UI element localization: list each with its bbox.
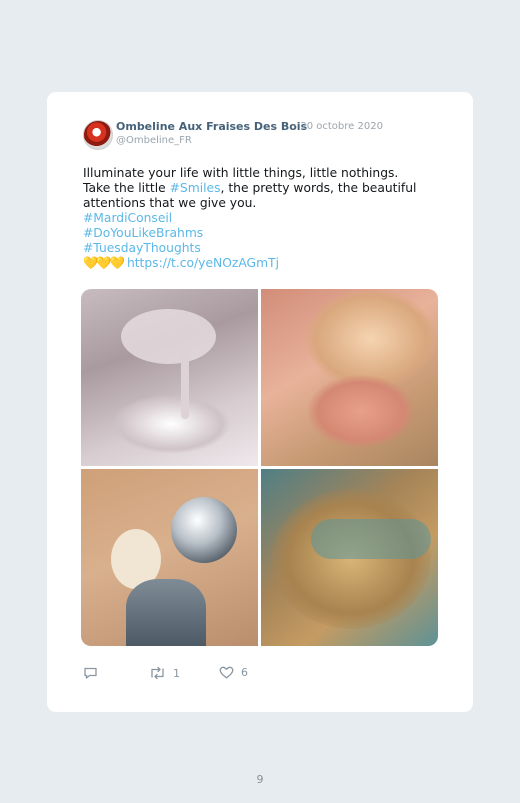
heart-icon <box>219 666 234 679</box>
hashtag-doyoulikebrahms[interactable]: #DoYouLikeBrahms <box>83 226 443 241</box>
photo-disco-ball-woman[interactable] <box>81 469 258 646</box>
tweet-text: Illuminate your life with little things,… <box>83 166 443 271</box>
tweet-date[interactable]: · 20 octobre 2020 <box>294 121 383 132</box>
retweet-count: 1 <box>173 666 180 680</box>
hashtag-smiles[interactable]: #Smiles <box>170 181 221 195</box>
retweet-button[interactable]: 1 <box>149 666 180 680</box>
tweet-line-2: Take the little #Smiles, the pretty word… <box>83 181 443 196</box>
photo-glitter-foot[interactable] <box>261 289 438 466</box>
yellow-hearts-emoji: 💛💛💛 <box>83 256 125 270</box>
reply-button[interactable] <box>83 666 105 680</box>
tweet-line-3: attentions that we give you. <box>83 196 257 210</box>
tweet-card: Ombeline Aux Fraises Des Bois · 20 octob… <box>47 92 473 712</box>
tweet-line-2-start: Take the little <box>83 181 170 195</box>
like-button[interactable]: 6 <box>219 666 248 679</box>
tweet-line-1: Illuminate your life with little things,… <box>83 166 399 180</box>
author-handle[interactable]: @Ombeline_FR <box>116 135 192 146</box>
tweet-line-2-end: , the pretty words, the beautiful <box>220 181 417 195</box>
reply-icon <box>83 666 98 680</box>
page-number: 9 <box>256 773 264 786</box>
avatar[interactable] <box>83 120 113 150</box>
like-count: 6 <box>241 666 248 679</box>
photo-hands-glitter[interactable] <box>81 289 258 466</box>
tweet-actions: 1 6 <box>83 666 443 686</box>
retweet-icon <box>149 666 166 680</box>
tweet-line-url: 💛💛💛 https://t.co/yeNOzAGmTj <box>83 256 443 271</box>
hashtag-tuesdaythoughts[interactable]: #TuesdayThoughts <box>83 241 443 256</box>
media-grid <box>81 289 438 646</box>
tweet-link[interactable]: https://t.co/yeNOzAGmTj <box>127 256 279 270</box>
author-name[interactable]: Ombeline Aux Fraises Des Bois <box>116 120 307 133</box>
hashtag-mardiconseil[interactable]: #MardiConseil <box>83 211 443 226</box>
photo-smile-glitter-writing[interactable] <box>261 469 438 646</box>
